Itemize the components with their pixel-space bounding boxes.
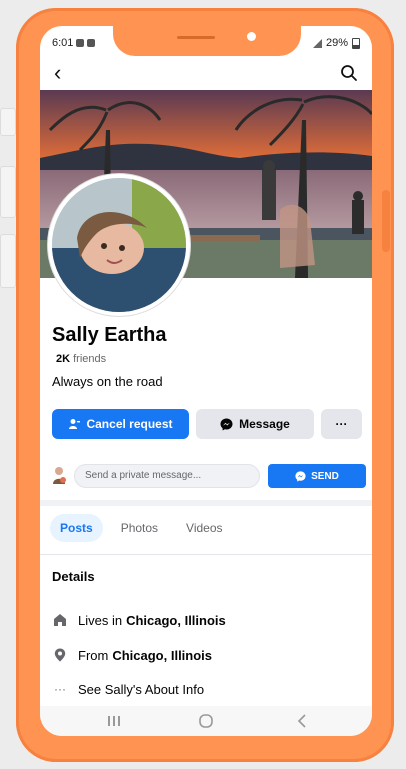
- detail-from[interactable]: From Chicago, Illinois: [52, 644, 212, 666]
- cancel-request-button[interactable]: Cancel request: [52, 409, 189, 439]
- profile-actions: Cancel request Message ···: [52, 409, 362, 441]
- profile-bio: Always on the road: [52, 374, 163, 389]
- phone-side-key: [382, 190, 390, 252]
- profile-avatar[interactable]: [48, 174, 190, 316]
- home-button-icon[interactable]: [196, 712, 216, 730]
- private-message-row: Send a private message... SEND: [48, 462, 368, 490]
- battery-icon: [352, 37, 360, 49]
- tab-photos[interactable]: Photos: [111, 514, 168, 542]
- notification-icon: [87, 39, 96, 47]
- ellipsis-icon: ···: [54, 682, 66, 696]
- from-city: Chicago, Illinois: [112, 647, 213, 663]
- profile-tabs: Posts Photos Videos: [50, 514, 233, 544]
- battery-percent: 29%: [325, 37, 348, 49]
- more-options-button[interactable]: ···: [321, 409, 362, 439]
- send-label: SEND: [311, 470, 339, 482]
- back-nav-icon[interactable]: [292, 712, 312, 730]
- status-right-group: 29%: [312, 37, 360, 49]
- phone-notch: [113, 22, 301, 56]
- tabs-divider: [40, 554, 372, 555]
- background-side-button: [0, 108, 16, 136]
- messenger-icon: [295, 470, 306, 482]
- phone-screen: 6:01 29% ‹ Sally Eartha 2K friends Alway…: [40, 26, 372, 736]
- background-side-button: [0, 166, 16, 218]
- cancel-request-label: Cancel request: [86, 417, 173, 431]
- top-nav: ‹: [40, 60, 372, 88]
- send-button[interactable]: SEND: [268, 464, 366, 488]
- tab-videos[interactable]: Videos: [176, 514, 232, 542]
- friends-label: friends: [73, 353, 107, 365]
- friends-number: 2K: [56, 353, 71, 365]
- status-time: 6:01: [52, 37, 74, 49]
- lives-prefix: Lives in: [78, 612, 123, 628]
- home-icon: [52, 612, 68, 628]
- signal-icon: [312, 38, 322, 48]
- friend-request-icon: [69, 419, 81, 429]
- notch-camera: [247, 32, 256, 41]
- message-button[interactable]: Message: [196, 409, 314, 439]
- tab-posts[interactable]: Posts: [50, 514, 103, 542]
- sender-avatar: [53, 467, 66, 484]
- location-pin-icon: [52, 647, 68, 663]
- status-time-group: 6:01: [52, 37, 96, 49]
- notification-icon: [76, 39, 85, 47]
- details-title: Details: [52, 569, 95, 584]
- detail-lives-in[interactable]: Lives in Chicago, Illinois: [52, 609, 226, 631]
- private-message-input[interactable]: Send a private message...: [74, 464, 260, 488]
- recent-apps-icon[interactable]: [104, 712, 124, 730]
- notch-speaker: [177, 36, 215, 39]
- section-divider: [40, 500, 372, 506]
- friends-count[interactable]: 2K friends: [56, 353, 106, 365]
- messenger-icon: [220, 418, 233, 430]
- search-icon[interactable]: [340, 64, 358, 82]
- lives-city: Chicago, Illinois: [126, 612, 226, 628]
- profile-name: Sally Eartha: [52, 324, 167, 346]
- message-label: Message: [239, 417, 290, 431]
- background-side-button: [0, 234, 16, 288]
- from-prefix: From: [78, 647, 109, 663]
- android-nav-bar: [40, 706, 372, 736]
- detail-about-link[interactable]: ··· See Sally's About Info: [52, 678, 204, 700]
- more-icon: ···: [335, 417, 348, 431]
- about-link-label: See Sally's About Info: [78, 681, 205, 697]
- back-arrow-icon[interactable]: ‹: [54, 62, 61, 84]
